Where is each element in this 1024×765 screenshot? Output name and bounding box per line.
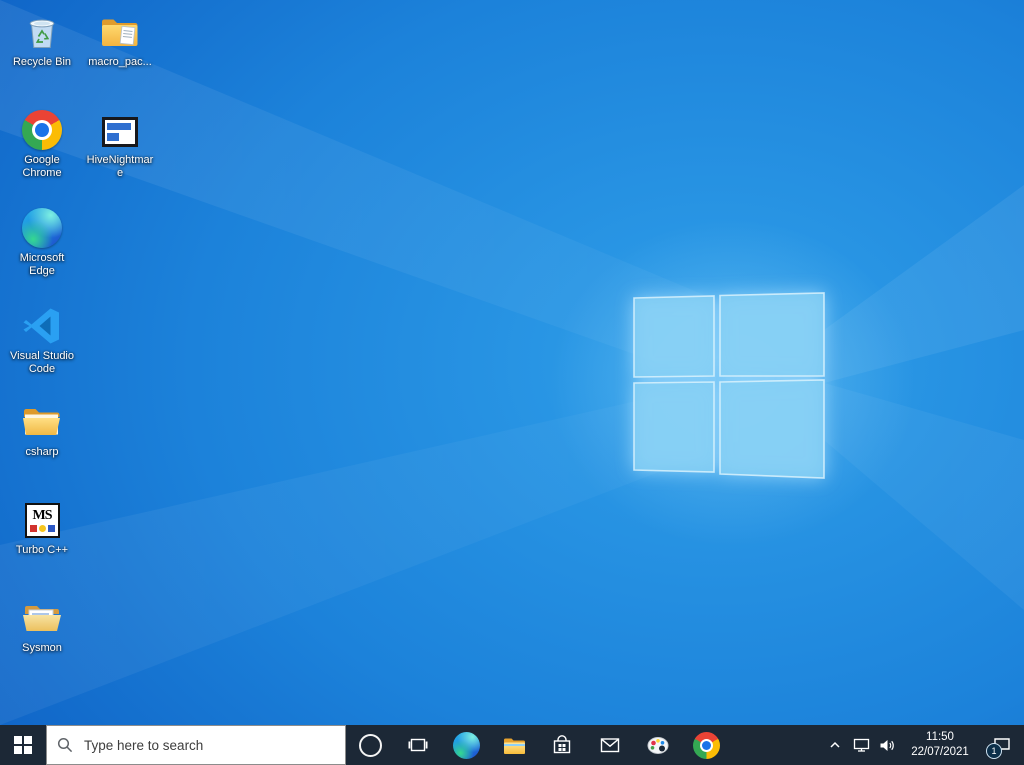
edge-icon (452, 731, 480, 759)
desktop-icon-label: Visual Studio Code (9, 350, 74, 376)
desktop-icon-macro-pac[interactable]: macro_pac... (82, 6, 158, 69)
microsoft-store-icon (553, 735, 571, 754)
recycle-bin-icon (22, 6, 62, 52)
tray-volume-button[interactable] (874, 725, 900, 765)
taskbar-mail-button[interactable] (586, 725, 634, 765)
taskbar: 11:50 22/07/2021 1 (0, 725, 1024, 765)
task-view-icon (408, 738, 428, 752)
desktop-icon-label: macro_pac... (88, 56, 152, 68)
desktop-icon-label: Sysmon (22, 642, 62, 654)
taskbar-paint-button[interactable] (634, 725, 682, 765)
taskbar-search[interactable] (46, 725, 346, 765)
task-view-button[interactable] (394, 725, 442, 765)
display-icon (853, 738, 869, 752)
desktop-icon-label: Recycle Bin (12, 56, 72, 68)
chrome-icon (692, 731, 720, 759)
tray-hidden-icons-button[interactable] (822, 725, 848, 765)
search-icon (57, 737, 73, 753)
folder-document-icon (98, 6, 142, 52)
search-input[interactable] (82, 736, 335, 754)
speaker-icon (880, 739, 894, 751)
tray-display-button[interactable] (848, 725, 874, 765)
desktop-icon-visual-studio-code[interactable]: Visual Studio Code (4, 300, 80, 376)
notification-badge: 1 (986, 743, 1002, 759)
msdos-icon-text: MS (32, 508, 53, 523)
desktop-icon-label: Microsoft Edge (19, 252, 65, 278)
edge-icon (22, 202, 62, 248)
taskbar-edge-button[interactable] (442, 725, 490, 765)
vscode-icon (22, 300, 62, 346)
taskbar-spacer (730, 725, 822, 765)
taskbar-store-button[interactable] (538, 725, 586, 765)
desktop-icon-label: Turbo C++ (15, 544, 69, 556)
desktop-icon-recycle-bin[interactable]: Recycle Bin (4, 6, 80, 69)
desktop-icon-hivenightmare[interactable]: HiveNightmare (82, 104, 158, 180)
desktop-icon-label: HiveNightmare (86, 154, 154, 180)
desktop-icon-google-chrome[interactable]: Google Chrome (4, 104, 80, 180)
folder-icon (20, 396, 64, 442)
folder-open-icon (20, 592, 64, 638)
desktop-icon-turbo-cpp[interactable]: MS Turbo C++ (4, 494, 80, 557)
cortana-icon (358, 733, 382, 757)
msdos-color-stripe (29, 525, 55, 532)
paint-palette-icon (647, 737, 669, 754)
windows-start-icon (14, 736, 32, 754)
msdos-icon: MS (24, 494, 60, 540)
file-explorer-icon (503, 738, 525, 754)
taskbar-clock[interactable]: 11:50 22/07/2021 (900, 725, 980, 765)
windows-logo (633, 292, 825, 479)
clock-date: 22/07/2021 (911, 746, 969, 758)
cortana-button[interactable] (346, 725, 394, 765)
app-window-icon (102, 104, 138, 150)
action-center-button[interactable]: 1 (980, 725, 1024, 765)
desktop-icon-csharp[interactable]: csharp (4, 396, 80, 459)
desktop-icon-sysmon[interactable]: Sysmon (4, 592, 80, 655)
taskbar-chrome-button[interactable] (682, 725, 730, 765)
desktop-icon-label: csharp (25, 446, 59, 458)
clock-time: 11:50 (926, 731, 954, 744)
windows-desktop: Recycle Bin macro_pac... Google Chrome H… (0, 0, 1024, 765)
chrome-icon (22, 104, 62, 150)
start-button[interactable] (0, 725, 46, 765)
chevron-up-icon (830, 741, 840, 748)
taskbar-file-explorer-button[interactable] (490, 725, 538, 765)
mail-icon (600, 738, 620, 753)
desktop-icon-microsoft-edge[interactable]: Microsoft Edge (4, 202, 80, 278)
desktop-icon-label: Google Chrome (22, 154, 62, 180)
